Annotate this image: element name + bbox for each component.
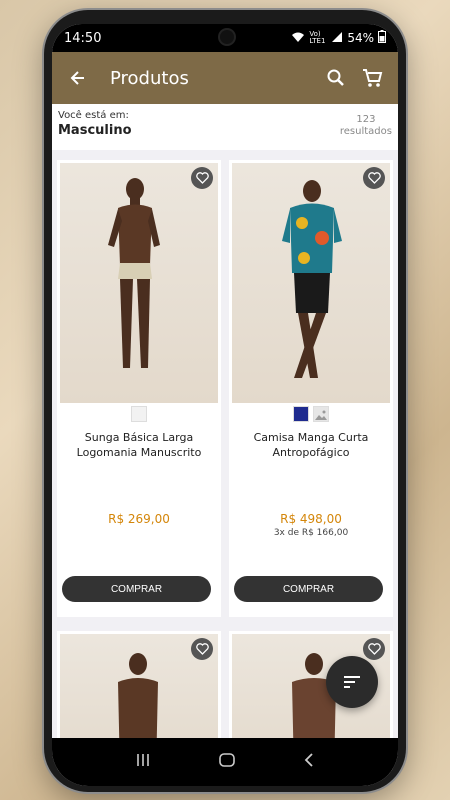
color-swatch[interactable] [293, 406, 309, 422]
color-swatch[interactable] [131, 406, 147, 422]
heart-icon[interactable] [363, 638, 385, 660]
product-price: R$ 269,00 [108, 512, 170, 526]
recent-apps-icon[interactable] [135, 752, 151, 772]
home-icon[interactable] [218, 752, 236, 772]
status-bar: 14:50 Vo) LTE1 54% [52, 24, 398, 52]
image-swatch-icon[interactable] [313, 406, 329, 422]
product-image[interactable] [60, 163, 218, 403]
camera-cutout [220, 30, 234, 44]
heart-icon[interactable] [191, 638, 213, 660]
buy-button[interactable]: COMPRAR [234, 576, 383, 602]
battery-icon [378, 30, 386, 46]
breadcrumb: Você está em: Masculino 123 resultados [52, 104, 398, 150]
system-nav-bar [52, 738, 398, 786]
product-name[interactable]: Sunga Básica Larga Logomania Manuscrito [63, 430, 215, 460]
product-card[interactable]: Camisa Manga Curta Antropofágico R$ 498,… [229, 160, 393, 617]
product-image[interactable] [232, 163, 390, 403]
buy-button[interactable]: COMPRAR [62, 576, 211, 602]
filter-sort-icon[interactable] [326, 656, 378, 708]
battery-level: 54% [347, 31, 374, 45]
result-count-number: 123 [356, 114, 376, 125]
heart-icon[interactable] [191, 167, 213, 189]
model-figure-icon [108, 178, 160, 368]
back-arrow-icon[interactable] [60, 60, 96, 96]
product-installments: 3x de R$ 166,00 [273, 528, 349, 538]
color-swatches [229, 406, 393, 422]
product-price: R$ 498,00 [280, 512, 342, 526]
product-name[interactable]: Camisa Manga Curta Antropofágico [235, 430, 387, 460]
network-indicator: Vo) LTE1 [309, 30, 326, 45]
app-bar: Produtos [52, 52, 398, 104]
color-swatches [57, 406, 221, 422]
cart-icon[interactable] [354, 60, 390, 96]
signal-icon [331, 31, 343, 46]
app-screen: 14:50 Vo) LTE1 54% Produtos Você está em… [52, 24, 398, 786]
result-count-label: resultados [339, 126, 392, 137]
heart-icon[interactable] [363, 167, 385, 189]
product-card[interactable]: Sunga Básica Larga Logomania Manuscrito … [57, 160, 221, 617]
model-figure-icon [282, 180, 342, 378]
back-icon[interactable] [303, 752, 315, 772]
wifi-icon [291, 31, 305, 46]
page-title: Produtos [110, 67, 189, 89]
status-time: 14:50 [64, 30, 102, 46]
search-icon[interactable] [318, 60, 354, 96]
result-count: 123 resultados [340, 114, 392, 138]
